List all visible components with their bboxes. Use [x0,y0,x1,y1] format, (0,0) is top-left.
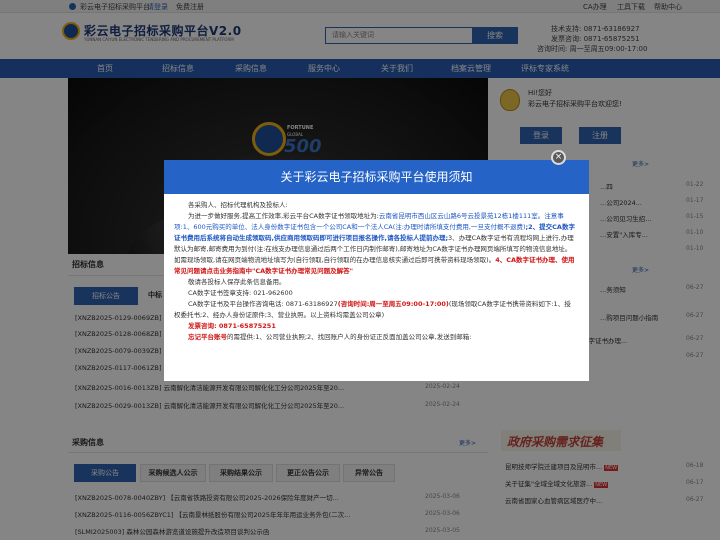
ca-intro: 为进一步做好服务,提高工作效率,彩云平台CA数字证书领取地址为: [188,212,379,220]
modal-greeting: 各采购人、招标代理机构及投标人: [188,201,288,209]
modal-save-note: 敬请各投标人保存此条信息备用。 [188,278,286,286]
hotline-hours: (咨询时间:周一至周五09:00-17:00) [337,300,449,308]
forgot-account-text: 的需提供:1、公司营业执照;2、找回账户人的身份证正反面加盖公司公章,发送到邮箱… [227,333,472,341]
modal-invoice: 发票咨询: 0871-65875251 [174,321,576,332]
modal-hotline: CA数字证书及平台操作咨询电话: 0871-63186927(咨询时间:周一至周… [174,299,576,321]
invoice-number: 0871-65875251 [218,322,276,330]
modal-title: 关于彩云电子招标采购平台使用须知 [164,160,589,194]
modal-signature-support: CA数字证书签章支持: 021-962600 [188,289,293,297]
hotline-number: CA数字证书及平台操作咨询电话: 0871-63186927 [188,300,338,308]
forgot-account-label: 忘记平台账号 [188,333,227,341]
invoice-label: 发票咨询: [188,322,219,330]
modal-paragraph-ca: 为进一步做好服务,提高工作效率,彩云平台CA数字证书领取地址为:云南省昆明市西山… [174,211,576,277]
notice-modal: 关于彩云电子招标采购平台使用须知 各采购人、招标代理机构及投标人: 为进一步做好… [164,160,589,381]
close-icon[interactable]: × [551,150,566,165]
modal-forgot-account: 忘记平台账号的需提供:1、公司营业执照;2、找回账户人的身份证正反面加盖公司公章… [174,332,576,343]
modal-body: 各采购人、招标代理机构及投标人: 为进一步做好服务,提高工作效率,彩云平台CA数… [174,200,576,376]
